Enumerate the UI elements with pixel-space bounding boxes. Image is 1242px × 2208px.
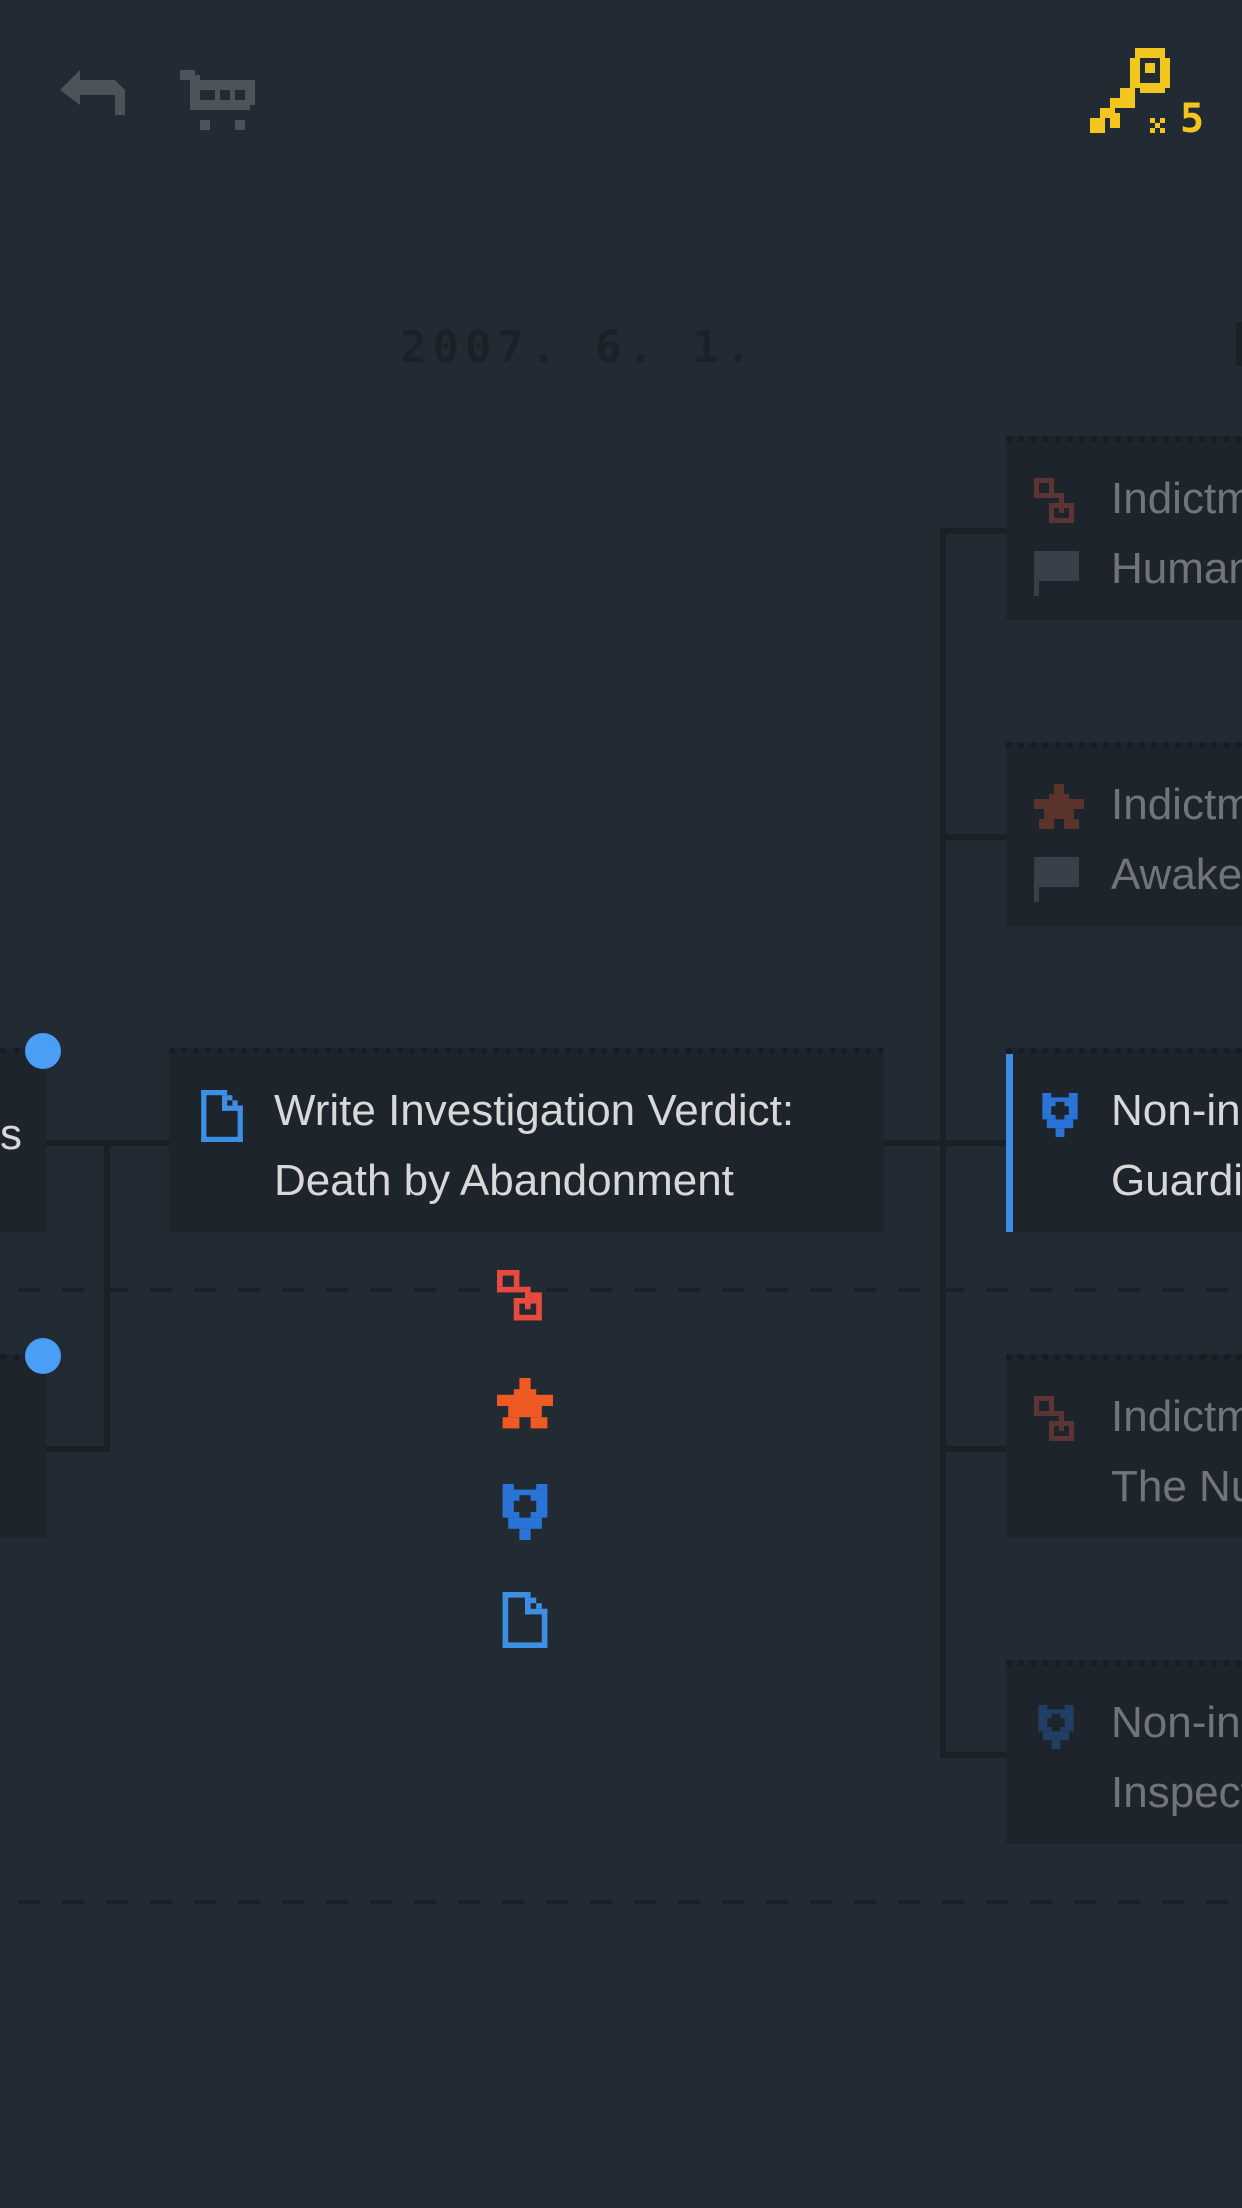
selection-indicator bbox=[1006, 1054, 1013, 1232]
timeline-date-next bbox=[1236, 322, 1242, 366]
shield-icon bbox=[1034, 1702, 1078, 1752]
branch-card[interactable]: Indictm Human bbox=[1006, 436, 1242, 620]
previous-card[interactable]: s bbox=[0, 1048, 46, 1232]
connector bbox=[45, 1140, 170, 1146]
key-counter: 5 bbox=[1090, 48, 1220, 148]
connector bbox=[940, 1752, 1007, 1758]
connector bbox=[940, 528, 1007, 534]
timeline-date: 2007. 6. 1. bbox=[400, 322, 758, 373]
document-icon bbox=[497, 1592, 553, 1648]
node-dot bbox=[25, 1033, 61, 1069]
chain-link-icon bbox=[1034, 478, 1084, 528]
flag-icon bbox=[1034, 852, 1084, 902]
branch-line-2: Awaken bbox=[1111, 850, 1242, 899]
shop-button[interactable] bbox=[180, 60, 260, 140]
star-icon bbox=[1034, 784, 1084, 834]
flag-icon bbox=[1034, 546, 1084, 596]
shopping-cart-icon bbox=[180, 60, 260, 140]
connector bbox=[940, 834, 1007, 840]
verdict-line-1: Write Investigation Verdict: bbox=[274, 1086, 795, 1135]
previous-card[interactable] bbox=[0, 1354, 46, 1538]
verdict-card[interactable]: Write Investigation Verdict: Death by Ab… bbox=[169, 1048, 884, 1232]
branch-card[interactable]: Non-ind Inspect bbox=[1006, 1660, 1242, 1844]
branch-line-1: Indictm bbox=[1111, 780, 1242, 829]
key-count: 5 bbox=[1180, 96, 1205, 142]
branch-line-2: Inspect bbox=[1111, 1768, 1242, 1817]
chain-link-icon bbox=[497, 1270, 553, 1326]
star-icon bbox=[497, 1378, 553, 1434]
shield-icon bbox=[497, 1484, 553, 1540]
chain-link-icon bbox=[1034, 1396, 1084, 1446]
branch-line-1: Non-ind bbox=[1111, 1698, 1242, 1747]
shield-icon bbox=[1038, 1090, 1082, 1140]
branch-card[interactable]: Indictm Awaken bbox=[1006, 742, 1242, 926]
previous-card-text: s bbox=[0, 1110, 22, 1159]
lane-divider bbox=[18, 1288, 1242, 1292]
node-dot bbox=[25, 1338, 61, 1374]
back-button[interactable] bbox=[55, 60, 135, 140]
connector bbox=[104, 1140, 110, 1452]
back-arrow-icon bbox=[55, 60, 135, 140]
document-icon bbox=[201, 1090, 243, 1142]
branch-card-selected[interactable]: Non-ind Guardia bbox=[1006, 1048, 1242, 1232]
branch-line-1: Indictm bbox=[1111, 474, 1242, 523]
branch-line-2: Human bbox=[1111, 544, 1242, 593]
connector bbox=[45, 1446, 110, 1452]
branch-line-2: The Nur bbox=[1111, 1462, 1242, 1511]
connector bbox=[940, 528, 946, 1758]
branch-line-1: Indictm bbox=[1111, 1392, 1242, 1441]
verdict-line-2: Death by Abandonment bbox=[274, 1156, 734, 1205]
branch-line-2: Guardia bbox=[1111, 1156, 1242, 1205]
branch-line-1: Non-ind bbox=[1111, 1086, 1242, 1135]
key-icon bbox=[1090, 48, 1180, 138]
branch-card[interactable]: Indictm The Nur bbox=[1006, 1354, 1242, 1538]
lane-divider bbox=[18, 1900, 1242, 1904]
connector bbox=[940, 1446, 1007, 1452]
